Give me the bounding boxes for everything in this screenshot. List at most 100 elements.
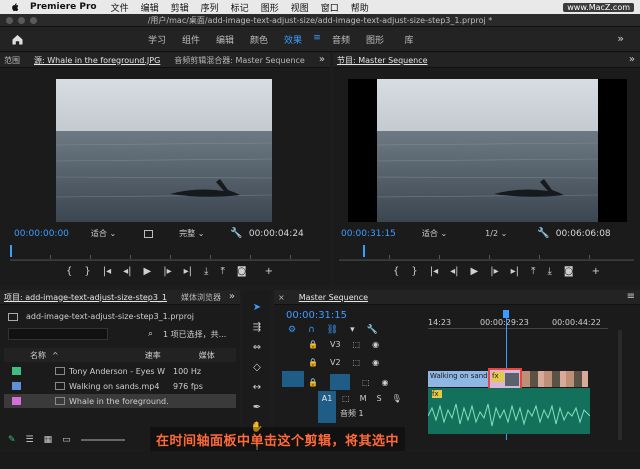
play-icon[interactable]: ▶ [471,266,479,277]
step-forward-icon[interactable]: |▸ [163,266,171,277]
timeline-scrollbar[interactable] [618,330,622,440]
app-name[interactable]: Premiere Pro [30,2,97,12]
clip-video-frames[interactable] [522,371,588,387]
tab-effects[interactable]: 效果 [276,33,310,46]
safe-margins-icon[interactable] [144,229,154,238]
audio-clip[interactable]: fx [428,388,590,434]
pen-tool-icon[interactable]: ✒ [253,402,261,413]
col-frame-rate[interactable]: 速率 [145,350,161,361]
step-forward-icon[interactable]: |▸ [490,266,498,277]
tab-editing[interactable]: 编辑 [208,33,242,46]
timeline-ruler[interactable]: 14:23 00:00:29:23 00:00:44:22 [428,310,608,332]
eye-icon[interactable]: ◉ [382,378,389,387]
selection-tool-icon[interactable]: ➤ [253,302,261,313]
wrench-icon[interactable]: 🔧 [230,228,242,239]
sort-up-icon[interactable]: ^ [52,351,59,360]
extract-icon[interactable]: ⤓ [547,266,551,277]
project-search-input[interactable] [8,328,108,340]
source-fit-dropdown[interactable]: 适合 ⌄ [91,228,116,239]
mic-icon[interactable]: 🎙 [392,394,402,403]
clip-whale-image-selected[interactable]: fx [488,368,522,390]
panel-menu-icon[interactable]: » [229,291,235,302]
tab-learn[interactable]: 学习 [140,33,174,46]
home-icon[interactable] [11,33,24,46]
tab-project[interactable]: 项目: add-image-text-adjust-size-step3_1 [4,292,167,303]
go-to-out-icon[interactable]: ▸| [511,266,519,277]
solo-button[interactable]: S [376,394,381,403]
track-select-tool-icon[interactable]: ⇶ [253,322,261,333]
source-quality-dropdown[interactable]: 完整 ⌄ [179,228,204,239]
go-to-out-icon[interactable]: ▸| [184,266,192,277]
tab-color[interactable]: 颜色 [242,33,276,46]
tab-range[interactable]: 范围 [4,55,20,66]
eye-icon[interactable]: ◉ [372,358,379,367]
hamburger-icon[interactable]: ≡ [310,33,324,46]
source-time-ruler[interactable] [10,242,320,260]
track-name[interactable]: V3 [330,340,341,349]
list-item-selected[interactable]: Whale in the foreground. [4,394,236,408]
mark-in-icon[interactable]: { [393,266,399,277]
tab-graphics[interactable]: 图形 [358,33,392,46]
export-frame-icon[interactable]: ◙ [564,266,574,277]
mark-in-icon[interactable]: { [66,266,72,277]
add-button-icon[interactable]: + [265,266,273,277]
list-item[interactable]: Walking on sands.mp4 976 fps [4,379,236,393]
sync-icon[interactable]: ⬚ [362,378,370,387]
program-time-ruler[interactable] [339,242,634,260]
tab-source[interactable]: 源: Whale in the foreground.JPG [34,55,160,66]
freeform-view-icon[interactable]: ▭ [62,435,71,445]
razor-tool-icon[interactable]: ◇ [253,362,261,373]
program-playhead[interactable] [363,245,365,257]
col-media[interactable]: 媒体 [199,350,215,361]
timeline-playhead[interactable] [503,310,509,318]
panel-menu-icon[interactable]: » [319,54,325,65]
timeline-settings-icon[interactable]: 🔧 [367,325,378,335]
tab-audio[interactable]: 音频 [324,33,358,46]
snap-icon[interactable]: ∩ [308,325,315,335]
sync-icon[interactable]: ⬚ [342,394,350,403]
close-sequence-icon[interactable]: × [278,293,285,302]
program-video-frame[interactable] [348,79,627,222]
step-back-icon[interactable]: ◂| [123,266,131,277]
program-timecode-current[interactable]: 00:00:31:15 [341,229,396,239]
zoom-slider[interactable] [80,439,125,441]
slip-tool-icon[interactable]: ↔ [253,382,261,393]
menu-markers[interactable]: 标记 [231,1,249,14]
more-workspaces-icon[interactable]: » [617,32,624,45]
track-name[interactable]: V2 [330,358,341,367]
add-marker-icon[interactable]: ▾ [350,325,355,335]
lock-icon[interactable]: 🔒 [308,340,318,349]
panel-menu-icon[interactable]: ≡ [627,291,635,302]
wrench-icon[interactable]: 🔧 [537,228,549,239]
go-to-in-icon[interactable]: |◂ [103,266,111,277]
menu-view[interactable]: 视图 [291,1,309,14]
menu-help[interactable]: 帮助 [351,1,369,14]
menu-window[interactable]: 窗口 [321,1,339,14]
ripple-edit-tool-icon[interactable]: ⇔ [253,342,261,353]
source-playhead[interactable] [10,245,12,257]
track-target-a1[interactable]: A1 [318,391,336,423]
list-view-icon[interactable]: ☰ [26,435,34,445]
mute-button[interactable]: M [360,394,367,403]
tab-master-sequence[interactable]: Master Sequence [299,293,368,302]
insert-icon[interactable]: ⤓ [204,266,208,277]
mark-out-icon[interactable]: } [84,266,90,277]
lock-icon[interactable]: 🔒 [308,358,318,367]
program-quality-dropdown[interactable]: 1/2 ⌄ [485,229,507,238]
panel-menu-icon[interactable]: » [629,54,635,65]
list-item[interactable]: Tony Anderson - Eyes W 100 Hz [4,364,236,378]
mark-out-icon[interactable]: } [411,266,417,277]
source-video-frame[interactable] [56,79,272,222]
play-icon[interactable]: ▶ [144,266,152,277]
go-to-in-icon[interactable]: |◂ [430,266,438,277]
pencil-icon[interactable]: ✎ [8,435,16,445]
eye-icon[interactable]: ◉ [372,340,379,349]
sync-icon[interactable]: ⬚ [353,340,361,349]
source-patch-v1[interactable] [282,371,304,387]
export-frame-icon[interactable]: ◙ [237,266,247,277]
tab-libraries[interactable]: 库 [392,33,426,46]
program-zoom-bar[interactable] [339,260,634,265]
tab-assembly[interactable]: 组件 [174,33,208,46]
menu-graphics[interactable]: 图形 [261,1,279,14]
timeline-timecode[interactable]: 00:00:31:15 [286,310,347,321]
